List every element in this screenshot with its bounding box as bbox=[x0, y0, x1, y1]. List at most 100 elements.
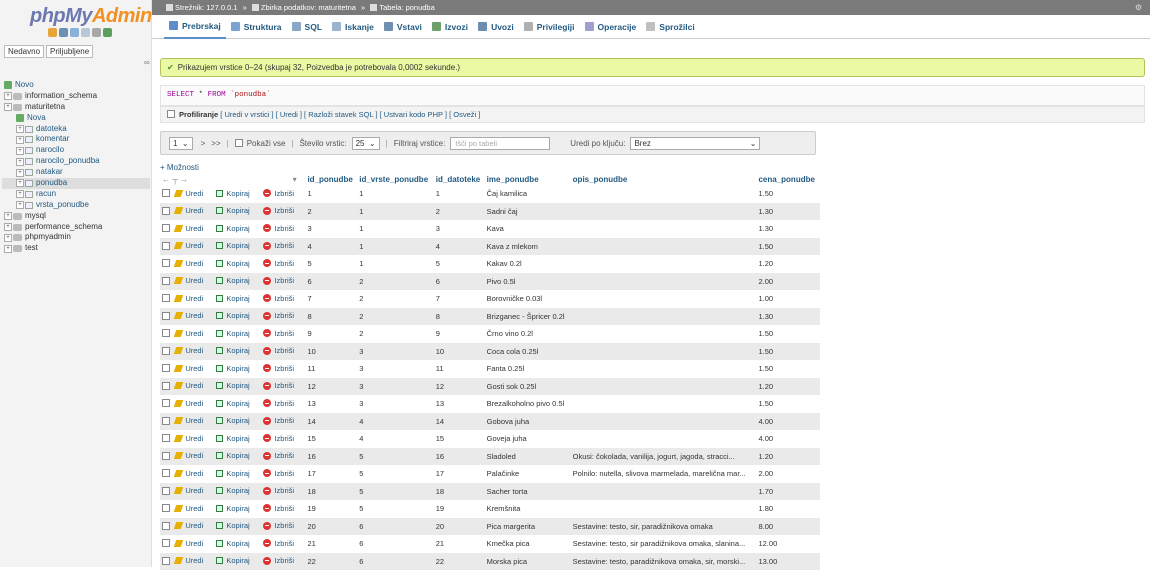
delete-button[interactable]: Izbriši bbox=[263, 486, 294, 495]
cell-cena-ponudbe[interactable]: 1.50 bbox=[756, 238, 820, 256]
cell-opis-ponudbe[interactable] bbox=[571, 238, 757, 256]
delete-button[interactable]: Izbriši bbox=[263, 504, 294, 513]
edit-button[interactable]: Uredi bbox=[175, 399, 203, 408]
cell-ime-ponudbe[interactable]: Fanta 0.25l bbox=[485, 360, 571, 378]
tab-recent[interactable]: Nedavno bbox=[4, 45, 44, 58]
copy-button[interactable]: Kopiraj bbox=[216, 556, 249, 565]
edit-button[interactable]: Uredi bbox=[175, 364, 203, 373]
tab-import[interactable]: Uvozi bbox=[473, 15, 519, 39]
copy-button[interactable]: Kopiraj bbox=[216, 416, 249, 425]
expand-icon[interactable]: + bbox=[4, 234, 12, 242]
cell-ime-ponudbe[interactable]: Kava z mlekom bbox=[485, 238, 571, 256]
row-checkbox[interactable] bbox=[162, 504, 170, 512]
cell-ime-ponudbe[interactable]: Pivo 0.5l bbox=[485, 273, 571, 291]
cell-id-vrste-ponudbe[interactable]: 1 bbox=[357, 185, 434, 203]
tree-item[interactable]: +vrsta_ponudbe bbox=[2, 200, 150, 211]
row-checkbox[interactable] bbox=[162, 434, 170, 442]
phpmyadmin-logo[interactable]: phpMyAdmin bbox=[30, 5, 152, 28]
expand-icon[interactable]: + bbox=[16, 169, 24, 177]
cell-opis-ponudbe[interactable] bbox=[571, 290, 757, 308]
cell-id-vrste-ponudbe[interactable]: 5 bbox=[357, 500, 434, 518]
delete-button[interactable]: Izbriši bbox=[263, 556, 294, 565]
cell-id-ponudbe[interactable]: 22 bbox=[305, 553, 357, 570]
edit-button[interactable]: Uredi bbox=[175, 521, 203, 530]
cell-cena-ponudbe[interactable]: 1.00 bbox=[756, 290, 820, 308]
cell-id-datoteke[interactable]: 2 bbox=[434, 203, 485, 221]
expand-icon[interactable]: + bbox=[16, 201, 24, 209]
breadcrumb-table[interactable]: Tabela: ponudba bbox=[379, 3, 434, 12]
expand-icon[interactable]: + bbox=[16, 190, 24, 198]
cell-id-datoteke[interactable]: 4 bbox=[434, 238, 485, 256]
edit-button[interactable]: Uredi bbox=[175, 416, 203, 425]
cell-opis-ponudbe[interactable] bbox=[571, 273, 757, 291]
column-header[interactable]: ime_ponudbe bbox=[485, 174, 571, 185]
options-toggle[interactable]: + Možnosti bbox=[160, 163, 199, 172]
tree-item[interactable]: Novo bbox=[2, 80, 150, 91]
cell-cena-ponudbe[interactable]: 1.30 bbox=[756, 203, 820, 221]
cell-cena-ponudbe[interactable]: 13.00 bbox=[756, 553, 820, 570]
row-checkbox[interactable] bbox=[162, 294, 170, 302]
cell-cena-ponudbe[interactable]: 1.70 bbox=[756, 483, 820, 501]
cell-id-datoteke[interactable]: 14 bbox=[434, 413, 485, 431]
tree-item[interactable]: +komentar bbox=[2, 134, 150, 145]
show-all-checkbox[interactable] bbox=[235, 139, 243, 147]
breadcrumb-database[interactable]: Zbirka podatkov: maturitetna bbox=[261, 3, 356, 12]
cell-id-ponudbe[interactable]: 11 bbox=[305, 360, 357, 378]
tree-item[interactable]: +phpmyadmin bbox=[2, 232, 150, 243]
filter-input[interactable]: Išči po tabeli bbox=[450, 137, 550, 150]
cell-opis-ponudbe[interactable] bbox=[571, 500, 757, 518]
tab-structure[interactable]: Struktura bbox=[226, 15, 287, 39]
tree-item[interactable]: +performance_schema bbox=[2, 222, 150, 233]
cell-id-datoteke[interactable]: 19 bbox=[434, 500, 485, 518]
cell-id-datoteke[interactable]: 1 bbox=[434, 185, 485, 203]
row-checkbox[interactable] bbox=[162, 557, 170, 565]
cell-ime-ponudbe[interactable]: Palačinke bbox=[485, 465, 571, 483]
profiling-links[interactable]: [ Uredi v vrstici ] [ Uredi ] [ Razloži … bbox=[220, 110, 480, 119]
cell-id-ponudbe[interactable]: 2 bbox=[305, 203, 357, 221]
cell-id-ponudbe[interactable]: 5 bbox=[305, 255, 357, 273]
edit-button[interactable]: Uredi bbox=[175, 294, 203, 303]
row-checkbox[interactable] bbox=[162, 399, 170, 407]
row-checkbox[interactable] bbox=[162, 382, 170, 390]
rows-select[interactable]: 25 ⌄ bbox=[352, 137, 380, 150]
cell-ime-ponudbe[interactable]: Kremšnita bbox=[485, 500, 571, 518]
tree-item[interactable]: +information_schema bbox=[2, 91, 150, 102]
cell-cena-ponudbe[interactable]: 8.00 bbox=[756, 518, 820, 536]
cell-id-vrste-ponudbe[interactable]: 1 bbox=[357, 203, 434, 221]
cell-id-ponudbe[interactable]: 4 bbox=[305, 238, 357, 256]
edit-button[interactable]: Uredi bbox=[175, 329, 203, 338]
delete-button[interactable]: Izbriši bbox=[263, 399, 294, 408]
cell-id-ponudbe[interactable]: 18 bbox=[305, 483, 357, 501]
cell-cena-ponudbe[interactable]: 2.00 bbox=[756, 273, 820, 291]
copy-button[interactable]: Kopiraj bbox=[216, 364, 249, 373]
cell-id-vrste-ponudbe[interactable]: 1 bbox=[357, 238, 434, 256]
docs-icon[interactable] bbox=[70, 28, 79, 37]
cell-id-vrste-ponudbe[interactable]: 4 bbox=[357, 430, 434, 448]
cell-id-datoteke[interactable]: 18 bbox=[434, 483, 485, 501]
copy-button[interactable]: Kopiraj bbox=[216, 399, 249, 408]
cell-ime-ponudbe[interactable]: Črno vino 0.2l bbox=[485, 325, 571, 343]
cell-opis-ponudbe[interactable]: Polnilo: nutella, slivova marmelada, mar… bbox=[571, 465, 757, 483]
cell-ime-ponudbe[interactable]: Čaj kamilica bbox=[485, 185, 571, 203]
cell-ime-ponudbe[interactable]: Sacher torta bbox=[485, 483, 571, 501]
cell-ime-ponudbe[interactable]: Kava bbox=[485, 220, 571, 238]
cell-id-vrste-ponudbe[interactable]: 2 bbox=[357, 325, 434, 343]
tab-operations[interactable]: Operacije bbox=[580, 15, 642, 39]
cell-id-vrste-ponudbe[interactable]: 5 bbox=[357, 465, 434, 483]
cell-id-vrste-ponudbe[interactable]: 3 bbox=[357, 360, 434, 378]
tree-item[interactable]: +natakar bbox=[2, 167, 150, 178]
row-checkbox[interactable] bbox=[162, 242, 170, 250]
delete-button[interactable]: Izbriši bbox=[263, 469, 294, 478]
cell-id-ponudbe[interactable]: 21 bbox=[305, 535, 357, 553]
cell-opis-ponudbe[interactable]: Okusi: čokolada, vanilija, jogurt, jagod… bbox=[571, 448, 757, 466]
cell-opis-ponudbe[interactable] bbox=[571, 255, 757, 273]
tab-search[interactable]: Iskanje bbox=[327, 15, 379, 39]
cell-id-ponudbe[interactable]: 3 bbox=[305, 220, 357, 238]
copy-button[interactable]: Kopiraj bbox=[216, 189, 249, 198]
tab-favorites[interactable]: Priljubljene bbox=[46, 45, 93, 58]
cell-ime-ponudbe[interactable]: Gobova juha bbox=[485, 413, 571, 431]
delete-button[interactable]: Izbriši bbox=[263, 416, 294, 425]
row-checkbox[interactable] bbox=[162, 207, 170, 215]
cell-ime-ponudbe[interactable]: Gosti sok 0.25l bbox=[485, 378, 571, 396]
delete-button[interactable]: Izbriši bbox=[263, 381, 294, 390]
